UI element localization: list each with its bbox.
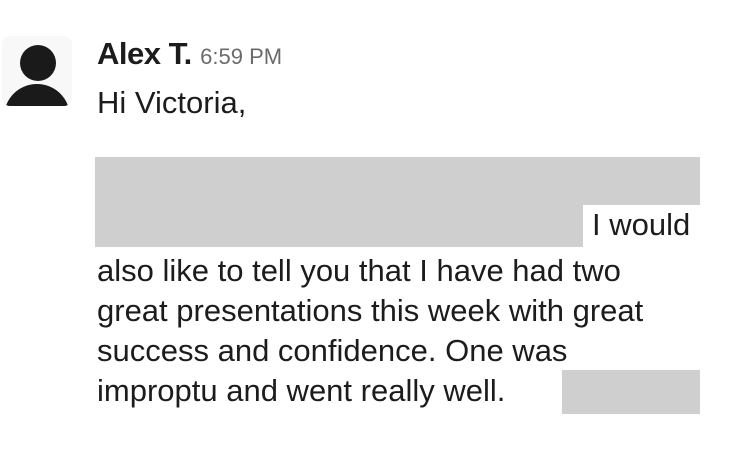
message-line: improptu and went really well. — [97, 373, 506, 408]
message-line: success and confidence. One was — [97, 333, 568, 368]
message-line: great presentations this week with great — [97, 293, 644, 328]
author-name[interactable]: Alex T. — [97, 36, 192, 71]
redacted-block — [95, 157, 700, 205]
message-timestamp[interactable]: 6:59 PM — [200, 44, 282, 69]
avatar[interactable] — [2, 36, 72, 106]
user-silhouette-icon-body — [4, 84, 70, 106]
redacted-block — [95, 205, 583, 247]
redacted-block — [562, 370, 700, 414]
message-greeting: Hi Victoria, — [97, 85, 247, 120]
user-silhouette-icon — [20, 45, 56, 81]
message-line: I would — [592, 207, 691, 242]
message-line: also like to tell you that I have had tw… — [97, 253, 621, 288]
message-header: Alex T. 6:59 PM — [97, 36, 282, 72]
